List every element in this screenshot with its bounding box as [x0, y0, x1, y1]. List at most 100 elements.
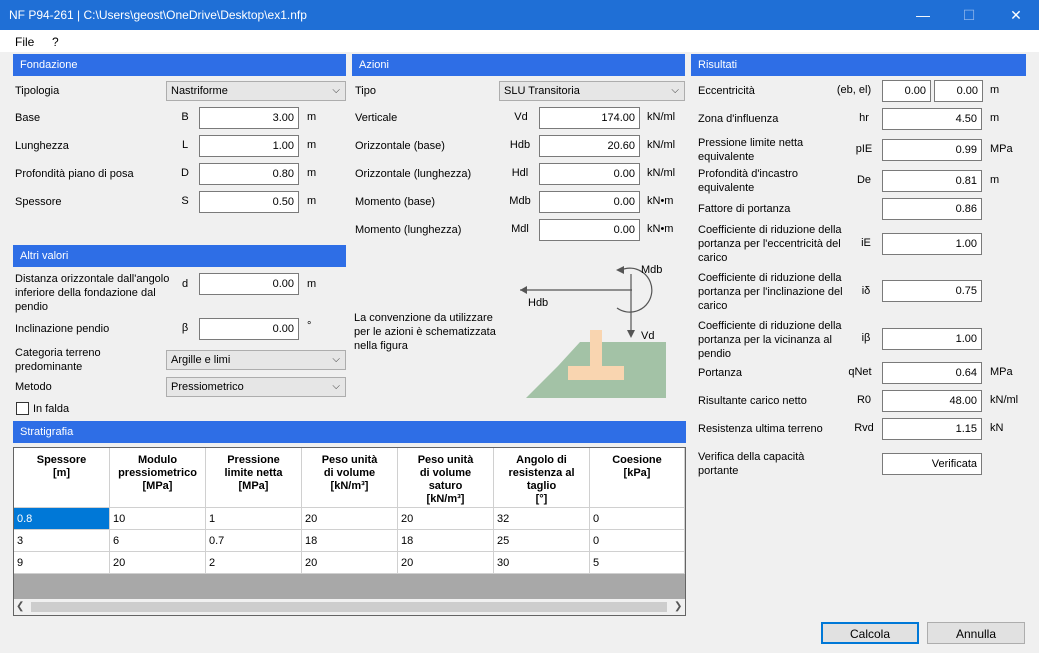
fattore-portanza-field[interactable]: 0.86	[882, 198, 982, 220]
eccentricita-el-field[interactable]: 0.00	[934, 80, 983, 102]
table-cell[interactable]: 9	[14, 552, 110, 574]
table-cell[interactable]: 0.7	[206, 530, 302, 552]
scroll-left-icon[interactable]: ❮	[16, 601, 24, 612]
table-cell[interactable]: 18	[398, 530, 494, 552]
header-line: di volume	[419, 467, 472, 479]
horizontal-scrollbar[interactable]: ❮ ❯	[14, 599, 685, 615]
maximize-button[interactable]: ☐	[946, 0, 992, 30]
coeff-inclinazione-field[interactable]: 0.75	[882, 280, 982, 302]
coeff-pendio-symbol: iβ	[861, 332, 871, 344]
profondita-label: Profondità piano di posa	[15, 168, 134, 180]
verticale-input[interactable]: 174.00	[539, 107, 640, 129]
in-falda-checkbox[interactable]	[16, 402, 29, 415]
table-cell[interactable]: 20	[302, 508, 398, 530]
table-cell[interactable]: 20	[398, 508, 494, 530]
table-cell[interactable]: 5	[590, 552, 685, 574]
inclinazione-input[interactable]: 0.00	[199, 318, 299, 340]
table-cell[interactable]: 6	[110, 530, 206, 552]
zona-influenza-unit: m	[990, 112, 1000, 124]
categoria-select[interactable]: Argille e limi ⌵	[166, 350, 346, 370]
portanza-unit: MPa	[990, 366, 1013, 378]
distanza-unit: m	[307, 278, 317, 290]
distanza-symbol: d	[181, 278, 189, 290]
window-title: NF P94-261 | C:\Users\geost\OneDrive\Des…	[9, 8, 307, 22]
annulla-button[interactable]: Annulla	[927, 622, 1025, 644]
chevron-down-icon: ⌵	[671, 85, 679, 96]
col-header-modulo[interactable]: Modulo pressiometrico [MPa]	[110, 448, 206, 508]
menu-file[interactable]: File	[15, 35, 34, 49]
spessore-input[interactable]: 0.50	[199, 191, 299, 213]
table-cell[interactable]: 0	[590, 530, 685, 552]
table-cell[interactable]: 0.8	[14, 508, 110, 530]
col-header-spessore[interactable]: Spessore [m]	[14, 448, 110, 508]
momento-lunghezza-symbol: Mdl	[511, 223, 529, 235]
table-cell[interactable]: 20	[398, 552, 494, 574]
col-header-peso[interactable]: Peso unità di volume [kN/m³]	[302, 448, 398, 508]
profondita-input[interactable]: 0.80	[199, 163, 299, 185]
header-line: Modulo	[137, 454, 178, 466]
resistenza-symbol: Rvd	[854, 422, 874, 434]
minimize-button[interactable]: —	[900, 0, 946, 30]
risultante-field[interactable]: 48.00	[882, 390, 982, 412]
pressione-limite-field[interactable]: 0.99	[882, 139, 982, 161]
chevron-down-icon: ⌵	[332, 354, 340, 365]
pressione-limite-symbol: pIE	[855, 143, 873, 155]
profondita-incastro-field[interactable]: 0.81	[882, 170, 982, 192]
zona-influenza-field[interactable]: 4.50	[882, 108, 982, 130]
col-header-pressione[interactable]: Pressione limite netta [MPa]	[206, 448, 302, 508]
table-cell[interactable]: 20	[110, 552, 206, 574]
momento-lunghezza-input[interactable]: 0.00	[539, 219, 640, 241]
table-cell[interactable]: 10	[110, 508, 206, 530]
coeff-inclinazione-label: Coefficiente di riduzione della portanza…	[698, 272, 843, 312]
menu-help[interactable]: ?	[52, 35, 59, 49]
scroll-right-icon[interactable]: ❯	[674, 601, 682, 612]
tipo-label: Tipo	[355, 85, 376, 97]
lunghezza-unit: m	[307, 139, 317, 151]
orizzontale-lunghezza-input[interactable]: 0.00	[539, 163, 640, 185]
header-line: [°]	[535, 493, 548, 505]
base-input[interactable]: 3.00	[199, 107, 299, 129]
risultante-unit: kN/ml	[990, 394, 1019, 406]
eccentricita-eb-field[interactable]: 0.00	[882, 80, 931, 102]
header-line: [m]	[52, 467, 71, 479]
orizzontale-base-input[interactable]: 20.60	[539, 135, 640, 157]
scrollbar-thumb[interactable]	[31, 602, 667, 612]
portanza-field[interactable]: 0.64	[882, 362, 982, 384]
verticale-label: Verticale	[355, 112, 398, 124]
zona-influenza-label: Zona d'influenza	[698, 113, 779, 125]
stratigrafia-grid[interactable]: Spessore [m] Modulo pressiometrico [MPa]…	[13, 447, 686, 616]
distanza-input[interactable]: 0.00	[199, 273, 299, 295]
table-cell[interactable]: 25	[494, 530, 590, 552]
table-cell[interactable]: 20	[302, 552, 398, 574]
table-cell[interactable]: 1	[206, 508, 302, 530]
coeff-eccentricita-field[interactable]: 1.00	[882, 233, 982, 255]
tipo-select[interactable]: SLU Transitoria ⌵	[499, 81, 685, 101]
coeff-eccentricita-symbol: iE	[861, 237, 871, 249]
hdb-arrow-icon	[520, 286, 527, 294]
metodo-select[interactable]: Pressiometrico ⌵	[166, 377, 346, 397]
calcola-button[interactable]: Calcola	[821, 622, 919, 644]
table-cell[interactable]: 3	[14, 530, 110, 552]
footing-shape	[568, 366, 624, 380]
table-cell[interactable]: 2	[206, 552, 302, 574]
col-header-coesione[interactable]: Coesione [kPa]	[590, 448, 685, 508]
table-cell[interactable]: 18	[302, 530, 398, 552]
base-unit: m	[307, 111, 317, 123]
coeff-pendio-field[interactable]: 1.00	[882, 328, 982, 350]
table-cell[interactable]: 0	[590, 508, 685, 530]
table-cell[interactable]: 32	[494, 508, 590, 530]
header-line: di volume	[323, 467, 376, 479]
lunghezza-input[interactable]: 1.00	[199, 135, 299, 157]
header-line: Peso unità	[417, 454, 474, 466]
verifica-label: Verifica della capacità portante	[698, 451, 805, 477]
col-header-peso-saturo[interactable]: Peso unità di volume saturo [kN/m³]	[398, 448, 494, 508]
momento-base-input[interactable]: 0.00	[539, 191, 640, 213]
table-cell[interactable]: 30	[494, 552, 590, 574]
close-button[interactable]: ✕	[993, 0, 1039, 30]
section-stratigrafia: Stratigrafia	[13, 421, 686, 443]
col-header-angolo[interactable]: Angolo di resistenza al taglio [°]	[494, 448, 590, 508]
verifica-field[interactable]: Verificata	[882, 453, 982, 475]
resistenza-field[interactable]: 1.15	[882, 418, 982, 440]
menu-bar: File ?	[0, 30, 1039, 52]
tipologia-select[interactable]: Nastriforme ⌵	[166, 81, 346, 101]
